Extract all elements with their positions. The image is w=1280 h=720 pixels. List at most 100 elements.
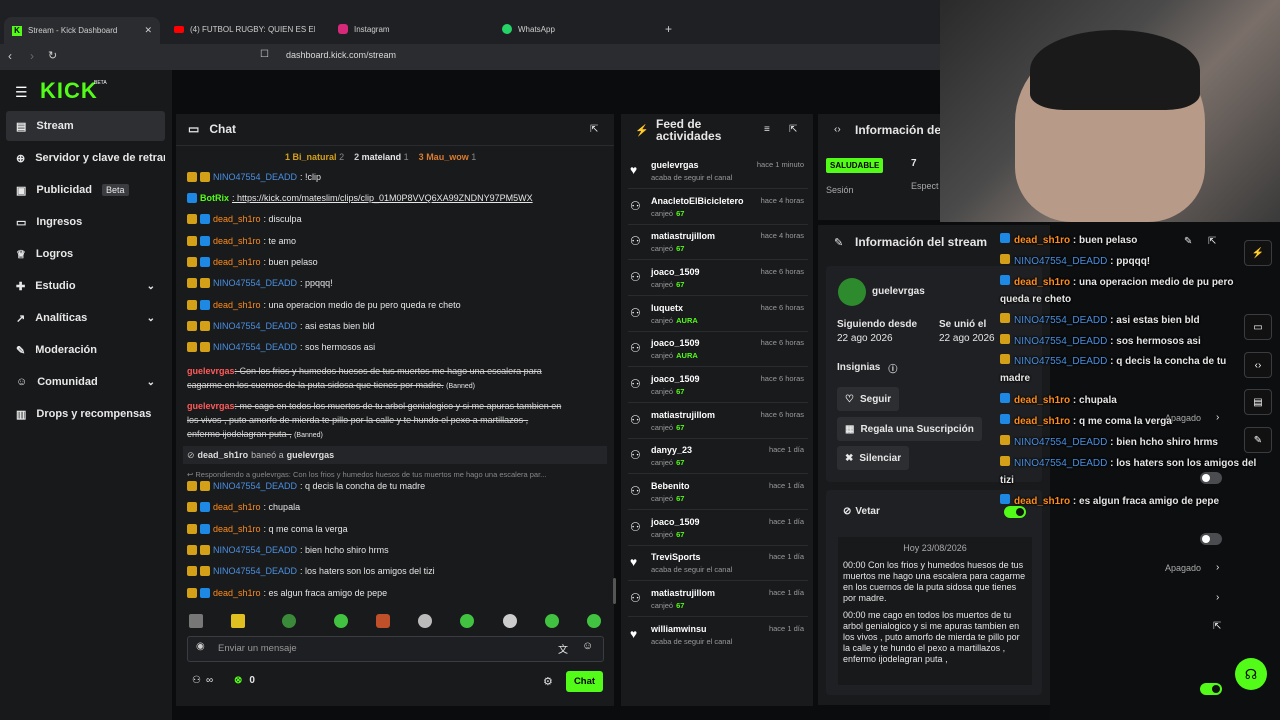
feed-username[interactable]: matiastrujillom: [651, 410, 715, 420]
gear-icon[interactable]: ⚙: [543, 675, 553, 688]
username[interactable]: NINO47554_DEADD: [213, 545, 297, 555]
new-tab-icon[interactable]: +: [665, 22, 672, 36]
tab-instagram[interactable]: Instagram: [338, 17, 488, 41]
feed-item[interactable]: ⚇ matiastrujillom canjeó 67 hace 6 horas: [628, 407, 808, 441]
sidebar-item-moderacion[interactable]: ✎ Moderación: [6, 335, 165, 365]
feed-item[interactable]: ⚇ danyy_23 canjeó 67 hace 1 día: [628, 442, 808, 476]
username[interactable]: NINO47554_DEADD: [213, 566, 297, 576]
chevron-right-icon[interactable]: ›: [1216, 412, 1219, 423]
chat-message[interactable]: NINO47554_DEADD: ppqqq!: [187, 278, 333, 288]
sidebar-item-logros[interactable]: ♕ Logros: [6, 239, 165, 269]
sidebar-item-publicidad[interactable]: ▣ Publicidad Beta: [6, 175, 165, 205]
username[interactable]: dead_sh1ro: [213, 300, 261, 310]
back-icon[interactable]: ‹: [8, 49, 12, 63]
setting-toggle[interactable]: [1200, 533, 1222, 545]
emote-icon[interactable]: [231, 614, 245, 628]
feed-username[interactable]: joaco_1509: [651, 517, 700, 527]
feed-item[interactable]: ⚇ luquetx canjeó AURA hace 6 horas: [628, 300, 808, 334]
chevron-right-icon[interactable]: ›: [1216, 592, 1219, 603]
emote-icon[interactable]: [587, 614, 601, 628]
code-button[interactable]: ‹›: [1244, 352, 1272, 378]
popout-icon[interactable]: ⇱: [1208, 236, 1216, 247]
sidebar-item-analiticas[interactable]: ↗ Analíticas ⌄: [6, 303, 165, 333]
username[interactable]: NINO47554_DEADD: [213, 321, 297, 331]
tab-youtube[interactable]: (4) FUTBOL RUGBY: QUIEN ES EL ME: [174, 17, 324, 41]
username[interactable]: NINO47554_DEADD: [213, 278, 297, 288]
emote-icon[interactable]: [334, 614, 348, 628]
chat-message[interactable]: NINO47554_DEADD: asi estas bien bld: [187, 321, 375, 331]
info-icon[interactable]: ⓘ: [888, 362, 897, 375]
feed-username[interactable]: matiastrujillom: [651, 588, 715, 598]
chat-input[interactable]: Enviar un mensaje: [218, 643, 297, 654]
url-field[interactable]: dashboard.kick.com/stream: [286, 50, 396, 60]
feed-username[interactable]: danyy_23: [651, 445, 692, 455]
support-button[interactable]: ☊: [1235, 658, 1267, 690]
username[interactable]: NINO47554_DEADD: [213, 481, 297, 491]
follow-button[interactable]: ♡ Seguir: [837, 387, 900, 411]
storage-button[interactable]: ▤: [1244, 389, 1272, 415]
banned-message[interactable]: guelevrgas: me cago en todos los muertos…: [187, 399, 612, 443]
message-link[interactable]: : https://kick.com/mateslim/clips/clip_0…: [232, 193, 533, 203]
sidebar-item-stream[interactable]: ▤ Stream: [6, 111, 165, 141]
user-name[interactable]: guelevrgas: [872, 286, 925, 297]
popout-icon[interactable]: ⇱: [590, 124, 598, 135]
chat-message[interactable]: NINO47554_DEADD: q decis la concha de tu…: [187, 481, 425, 491]
setting-toggle[interactable]: [1200, 683, 1222, 695]
feed-item[interactable]: ⚇ Bebenito canjeó 67 hace 1 día: [628, 478, 808, 512]
feed-item[interactable]: ⚇ joaco_1509 canjeó 67 hace 6 horas: [628, 264, 808, 298]
feed-username[interactable]: AnacletoElBicicletero: [651, 196, 744, 206]
filter-icon[interactable]: ≡: [764, 124, 770, 135]
kick-logo[interactable]: KICK: [40, 78, 98, 104]
username[interactable]: NINO47554_DEADD: [213, 172, 297, 182]
close-icon[interactable]: ✕: [144, 25, 152, 36]
banned-message[interactable]: guelevrgas: Con los frios y humedos hues…: [187, 364, 607, 394]
emote-icon[interactable]: [418, 614, 432, 628]
tab-whatsapp[interactable]: WhatsApp: [502, 17, 652, 41]
tab-kick-dashboard[interactable]: K Stream - Kick Dashboard ✕: [4, 17, 160, 44]
sidebar-item-servidor[interactable]: ⊕ Servidor y clave de retrans: [6, 143, 165, 173]
feed-item[interactable]: ⚇ matiastrujillom canjeó 67 hace 1 día: [628, 585, 808, 619]
username[interactable]: dead_sh1ro: [213, 524, 261, 534]
chat-toggle-button[interactable]: ▭: [1244, 314, 1272, 340]
feed-username[interactable]: joaco_1509: [651, 338, 700, 348]
username[interactable]: dead_sh1ro: [213, 257, 261, 267]
chat-scrollbar[interactable]: [613, 578, 616, 604]
emoji-icon[interactable]: ☺: [582, 640, 593, 652]
chat-message[interactable]: dead_sh1ro: chupala: [187, 502, 300, 512]
username[interactable]: BotRix: [200, 193, 229, 203]
sidebar-item-drops[interactable]: ▥ Drops y recompensas: [6, 399, 165, 429]
popout-icon[interactable]: ⇱: [789, 124, 797, 135]
external-link-icon[interactable]: ⇱: [1213, 621, 1221, 632]
feed-username[interactable]: Bebenito: [651, 481, 690, 491]
feed-username[interactable]: guelevrgas: [651, 160, 699, 170]
edit-icon[interactable]: ✎: [1184, 236, 1192, 247]
chat-message[interactable]: NINO47554_DEADD: !clip: [187, 172, 321, 182]
feed-item[interactable]: ♥ guelevrgas acaba de seguir el canal hace …: [628, 157, 808, 191]
feed-item[interactable]: ⚇ matiastrujillom canjeó 67 hace 4 horas: [628, 228, 808, 262]
feed-username[interactable]: matiastrujillom: [651, 231, 715, 241]
chat-message[interactable]: NINO47554_DEADD: los haters son los amig…: [187, 566, 435, 576]
chat-message[interactable]: dead_sh1ro: disculpa: [187, 214, 302, 224]
gifter-3[interactable]: 3 Mau_wow 1: [419, 152, 477, 162]
chat-message[interactable]: dead_sh1ro: te amo: [187, 236, 296, 246]
feed-username[interactable]: TreviSports: [651, 552, 701, 562]
emote-icon[interactable]: [545, 614, 559, 628]
feed-item[interactable]: ♥ williamwinsu acaba de seguir el canal hac…: [628, 621, 808, 655]
feed-item[interactable]: ⚇ joaco_1509 canjeó AURA hace 6 horas: [628, 335, 808, 369]
username[interactable]: dead_sh1ro: [213, 236, 261, 246]
wrench-button[interactable]: ✎: [1244, 427, 1272, 453]
username[interactable]: guelevrgas: [187, 401, 235, 411]
chat-message[interactable]: dead_sh1ro: buen pelaso: [187, 257, 318, 267]
gift-sub-button[interactable]: ▦ Regala una Suscripción: [837, 417, 982, 441]
translate-icon[interactable]: 文: [558, 641, 568, 656]
feed-item[interactable]: ♥ TreviSports acaba de seguir el canal hace…: [628, 549, 808, 583]
feed-item[interactable]: ⚇ joaco_1509 canjeó 67 hace 6 horas: [628, 371, 808, 405]
emote-icon[interactable]: [189, 614, 203, 628]
reload-icon[interactable]: ↻: [48, 49, 57, 62]
send-chat-button[interactable]: Chat: [566, 671, 603, 692]
username[interactable]: guelevrgas: [187, 366, 235, 376]
username[interactable]: dead_sh1ro: [213, 214, 261, 224]
chat-message[interactable]: BotRix: https://kick.com/mateslim/clips/…: [187, 193, 533, 203]
emote-icon[interactable]: [460, 614, 474, 628]
chevron-right-icon[interactable]: ›: [1216, 562, 1219, 573]
